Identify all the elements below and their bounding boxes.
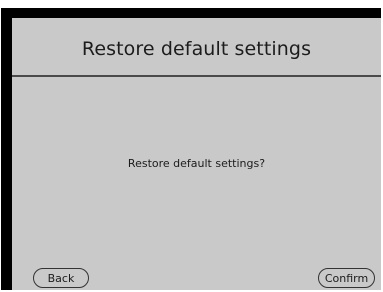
title-divider <box>12 75 381 77</box>
confirm-button[interactable]: Confirm <box>318 268 375 288</box>
screen-title: Restore default settings <box>81 38 312 60</box>
device-bezel: Restore default settings Restore default… <box>1 8 381 290</box>
settings-screen: Restore default settings Restore default… <box>12 18 381 290</box>
back-button[interactable]: Back <box>33 268 89 288</box>
confirmation-message: Restore default settings? <box>127 157 266 170</box>
